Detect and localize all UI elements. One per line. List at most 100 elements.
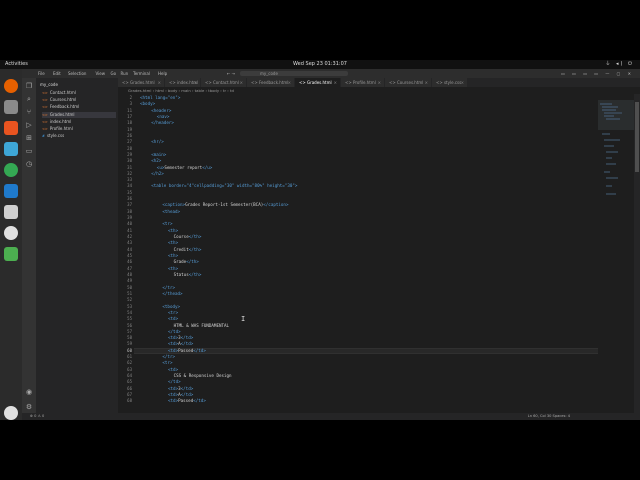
code-line[interactable]: <td>Passed</td> <box>168 398 206 404</box>
html-file-icon: <> <box>42 98 48 103</box>
editor-tab[interactable]: <> Grades.html × <box>295 78 341 87</box>
editor-tab-bar: <> Grades.html × <> index.html × <> Contact.… <box>118 78 640 87</box>
editor-tab[interactable]: <> style.css × <box>432 78 468 87</box>
help-icon[interactable] <box>4 142 18 156</box>
editor-tab[interactable]: <> Grades.html × <box>118 78 165 87</box>
code-line[interactable]: CSS & Responsive Design <box>174 373 232 379</box>
mouse-ibeam-cursor: I <box>241 315 246 323</box>
code-line[interactable]: </h2> <box>151 171 164 177</box>
file-item[interactable]: <> Profile.html <box>42 126 116 132</box>
workspace-folder-header[interactable]: my_code <box>40 82 58 87</box>
code-line[interactable]: </header> <box>151 120 174 126</box>
code-line[interactable]: <table border="4"cellpadding="30" width=… <box>151 183 297 189</box>
html-tag-token: </h2> <box>151 170 164 176</box>
text-token: Grade <box>173 259 187 265</box>
html-tag-token: <hr/> <box>151 139 164 145</box>
code-editor[interactable]: 2 3 11 17 18 19 26 27 28 29 30 31 32 33 34 35 36 37 38 39 40… <box>118 94 598 413</box>
code-line[interactable]: <u>Semester report</u> <box>157 165 213 171</box>
vscode-title-bar: File Edit Selection View Go Run Terminal Help ←… <box>22 69 640 78</box>
nav-arrows-icon[interactable]: ← → <box>227 69 235 78</box>
command-center-search[interactable]: my_code <box>240 71 348 76</box>
file-item[interactable]: <> Feedback.html <box>42 104 116 110</box>
html-tag-token: </thead> <box>162 290 183 296</box>
file-item[interactable]: <> Grades.html <box>42 111 116 118</box>
vertical-scrollbar[interactable] <box>634 94 640 413</box>
html-tag-token: <body> <box>140 101 156 107</box>
html-tag-token: <h2> <box>151 158 162 164</box>
menu-view[interactable]: View <box>96 69 106 78</box>
extensions-icon[interactable]: ⊞ <box>25 134 33 142</box>
explorer-icon[interactable]: ❐ <box>25 82 33 90</box>
breadcrumb[interactable]: Grades.html › html › body › main › table… <box>118 87 640 94</box>
menu-terminal[interactable]: Terminal <box>133 69 150 78</box>
editor-tab[interactable]: <> Profile.html × <box>341 78 385 87</box>
vscode-icon[interactable] <box>4 184 18 198</box>
editor-tab[interactable]: <> Courses.html × <box>385 78 432 87</box>
menu-go[interactable]: Go <box>111 69 117 78</box>
code-line[interactable]: <caption>Grades Report-1st Semester(BCA)… <box>162 202 288 208</box>
file-item[interactable]: # style.css <box>42 133 116 139</box>
code-line[interactable]: <thead> <box>162 209 180 215</box>
code-line[interactable]: <hr/> <box>151 139 164 145</box>
show-apps-icon[interactable] <box>4 406 18 420</box>
editor-tab[interactable]: <> Feedback.html × <box>247 78 295 87</box>
account-icon[interactable]: ◉ <box>25 388 33 396</box>
text-editor-icon[interactable] <box>4 205 18 219</box>
live-share-icon[interactable]: ◷ <box>25 160 33 168</box>
close-icon[interactable]: × <box>378 78 381 87</box>
github-icon[interactable] <box>4 226 18 240</box>
file-name: Contact.html <box>49 90 76 95</box>
close-icon[interactable]: × <box>240 78 243 87</box>
search-icon[interactable]: ⌕ <box>25 95 33 103</box>
clock[interactable]: Wed Sep 23 01:31:07 <box>0 60 640 69</box>
settings-gear-icon[interactable]: ⚙ <box>25 403 33 411</box>
text-token: Semester report <box>164 164 203 170</box>
menu-selection[interactable]: Selection <box>68 69 86 78</box>
file-item[interactable]: <> Contact.html <box>42 90 116 96</box>
run-debug-icon[interactable]: ▷ <box>25 121 33 129</box>
editor-tab[interactable]: <> Contact.html × <box>201 78 247 87</box>
minimap[interactable] <box>598 94 634 413</box>
system-top-bar: Activities Wed Sep 23 01:31:07 ⏚ ◂) ⏻ <box>0 60 640 69</box>
tab-label: <> Grades.html <box>299 80 332 85</box>
close-icon[interactable]: × <box>334 78 337 87</box>
close-icon[interactable]: × <box>425 78 428 87</box>
source-control-icon[interactable]: ⑂ <box>25 108 33 116</box>
menu-help[interactable]: Help <box>158 69 167 78</box>
file-item[interactable]: <> index.html <box>42 119 116 125</box>
close-icon[interactable]: × <box>194 78 197 87</box>
software-center-icon[interactable] <box>4 121 18 135</box>
problems-indicator[interactable]: ⊗ 0 ⚠ 0 <box>30 413 44 420</box>
text-token: Passed <box>178 347 194 353</box>
code-line[interactable]: </thead> <box>162 291 182 297</box>
firefox-icon[interactable] <box>4 79 18 93</box>
html-tag-token: <td> <box>168 366 179 372</box>
window-controls[interactable]: ▭ ▭ ▭ ▭ — ▢ ✕ <box>561 69 634 78</box>
menu-file[interactable]: File <box>38 69 45 78</box>
html-tag-token: <th> <box>168 240 179 246</box>
html-tag-token: <td> <box>168 316 179 322</box>
file-item[interactable]: <> Courses.html <box>42 97 116 103</box>
close-icon[interactable]: × <box>461 78 464 87</box>
chrome-icon[interactable] <box>4 163 18 177</box>
cursor-position[interactable]: Ln 60, Col 30 Spaces: 4 <box>528 413 570 420</box>
menu-run[interactable]: Run <box>121 69 129 78</box>
files-icon[interactable] <box>4 100 18 114</box>
code-line[interactable]: HTML & WAS FUNDAMENTAL <box>174 323 229 329</box>
code-line[interactable]: Status</th> <box>174 272 202 278</box>
file-name: index.html <box>49 118 72 124</box>
menu-edit[interactable]: Edit <box>53 69 61 78</box>
text-token: Status <box>173 271 189 277</box>
tab-label: <> Courses.html <box>389 80 424 85</box>
remote-explorer-icon[interactable]: ▭ <box>25 147 33 155</box>
file-name: Courses.html <box>49 97 77 103</box>
editor-tab[interactable]: <> index.html × <box>165 78 201 87</box>
close-icon[interactable]: × <box>288 78 291 87</box>
system-tray-icons[interactable]: ⏚ ◂) ⏻ <box>605 60 634 69</box>
scrollbar-thumb[interactable] <box>635 102 639 172</box>
html-tag-token: <th> <box>168 227 179 233</box>
html-tag-token: <tr> <box>162 221 173 227</box>
recycle-bin-icon[interactable] <box>4 247 18 261</box>
html-tag-token: </th> <box>188 246 202 252</box>
close-icon[interactable]: × <box>158 78 161 87</box>
